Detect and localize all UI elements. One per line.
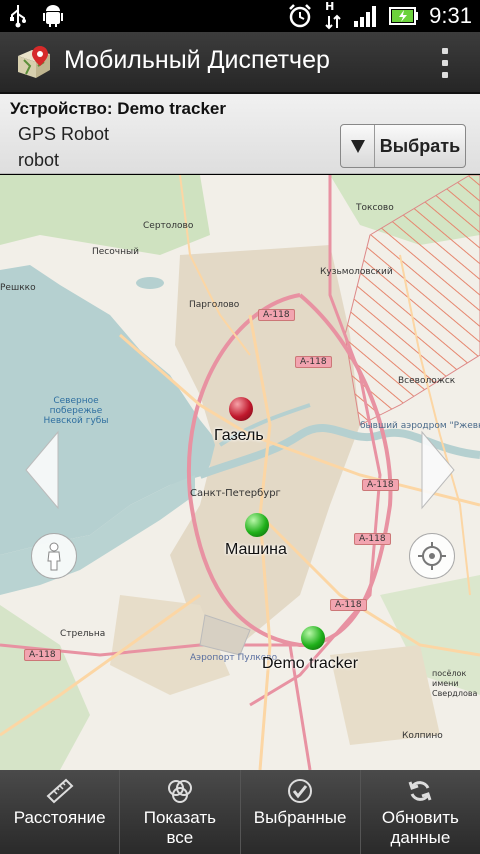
ruler-icon	[46, 778, 74, 804]
previous-device-arrow-icon[interactable]	[22, 430, 62, 510]
show-all-label: Показать все	[143, 808, 217, 847]
map-label-repino: Решкко	[0, 283, 36, 293]
bottom-toolbar: Расстояние Показать все Выбранные Обнови…	[0, 770, 480, 854]
overflow-menu-icon[interactable]	[442, 48, 450, 78]
device-title: Устройство: Demo tracker	[10, 99, 226, 119]
next-device-arrow-icon[interactable]	[418, 430, 458, 510]
map-label-sverdlova: посёлок имени Свердлова	[432, 669, 478, 698]
marker-label-gazel: Газель	[214, 427, 264, 444]
refresh-icon	[408, 781, 432, 801]
checkmark-icon	[288, 779, 313, 803]
map-label-pargolovo: Парголово	[189, 300, 240, 310]
device-panel: Устройство: Demo tracker GPS Robot robot…	[0, 94, 480, 174]
refresh-data-button[interactable]: Обновить данные	[361, 770, 480, 854]
network-type-icon: H	[323, 0, 343, 30]
road-shield-a118: А-118	[354, 533, 391, 545]
device-name: Demo tracker	[117, 99, 226, 118]
vehicle-marker-gazel[interactable]	[229, 397, 253, 421]
map-label-toksovo: Токсово	[356, 203, 394, 213]
road-shield-a118: А-118	[330, 599, 367, 611]
person-icon	[47, 542, 61, 571]
map-label-strelna: Стрельна	[60, 629, 106, 639]
action-bar: Мобильный Диспетчер	[0, 32, 480, 94]
alarm-icon	[289, 4, 312, 28]
app-title: Мобильный Диспетчер	[64, 46, 330, 74]
app-logo-icon[interactable]	[14, 44, 54, 82]
battery-icon	[389, 7, 419, 25]
select-device-button[interactable]: Выбрать	[340, 124, 466, 168]
distance-label: Расстояние	[13, 808, 106, 827]
map-label-kolpino: Колпино	[402, 731, 443, 741]
circles-icon	[167, 780, 192, 803]
usb-icon	[10, 5, 26, 28]
distance-button[interactable]: Расстояние	[0, 770, 121, 854]
map-tiles	[0, 175, 480, 770]
selected-button[interactable]: Выбранные	[241, 770, 361, 854]
selected-label: Выбранные	[253, 808, 347, 827]
map-label-vsevolozhsk: Всеволожск	[398, 376, 456, 386]
map-label-kuzmolovsky: Кузьмоловский	[320, 267, 393, 277]
road-shield-a118: А-118	[362, 479, 399, 491]
clock-time: 9:31	[429, 3, 472, 28]
center-map-button[interactable]	[409, 533, 455, 579]
show-all-button[interactable]: Показать все	[120, 770, 241, 854]
map-label-sertolovo: Сертолово	[143, 221, 194, 231]
android-debug-icon	[43, 5, 63, 27]
device-login: robot	[18, 150, 60, 170]
select-device-label: Выбрать	[379, 135, 461, 156]
road-shield-a118: А-118	[24, 649, 61, 661]
status-bar: H 9:31	[0, 0, 480, 32]
crosshair-icon	[418, 542, 446, 570]
road-shield-a118: А-118	[258, 309, 295, 321]
marker-label-mashina: Машина	[225, 541, 287, 558]
marker-label-demo-tracker: Demo tracker	[262, 655, 359, 672]
map-label-nevskaya: Северное побережье Невской губы	[43, 396, 109, 426]
dropdown-arrow-icon	[341, 125, 375, 167]
map-view[interactable]: Токсово Сертолово Песочный Кузьмоловский…	[0, 175, 480, 770]
signal-icon	[354, 6, 377, 27]
refresh-data-label: Обновить данные	[381, 808, 459, 847]
device-prefix: Устройство:	[10, 99, 113, 118]
my-location-person-button[interactable]	[31, 533, 77, 579]
vehicle-marker-demo-tracker[interactable]	[301, 626, 325, 650]
road-shield-a118: А-118	[295, 356, 332, 368]
vehicle-marker-mashina[interactable]	[245, 513, 269, 537]
device-type: GPS Robot	[18, 124, 110, 144]
map-label-spb: Санкт-Петербург	[190, 488, 281, 499]
map-label-pesochny: Песочный	[92, 247, 139, 257]
